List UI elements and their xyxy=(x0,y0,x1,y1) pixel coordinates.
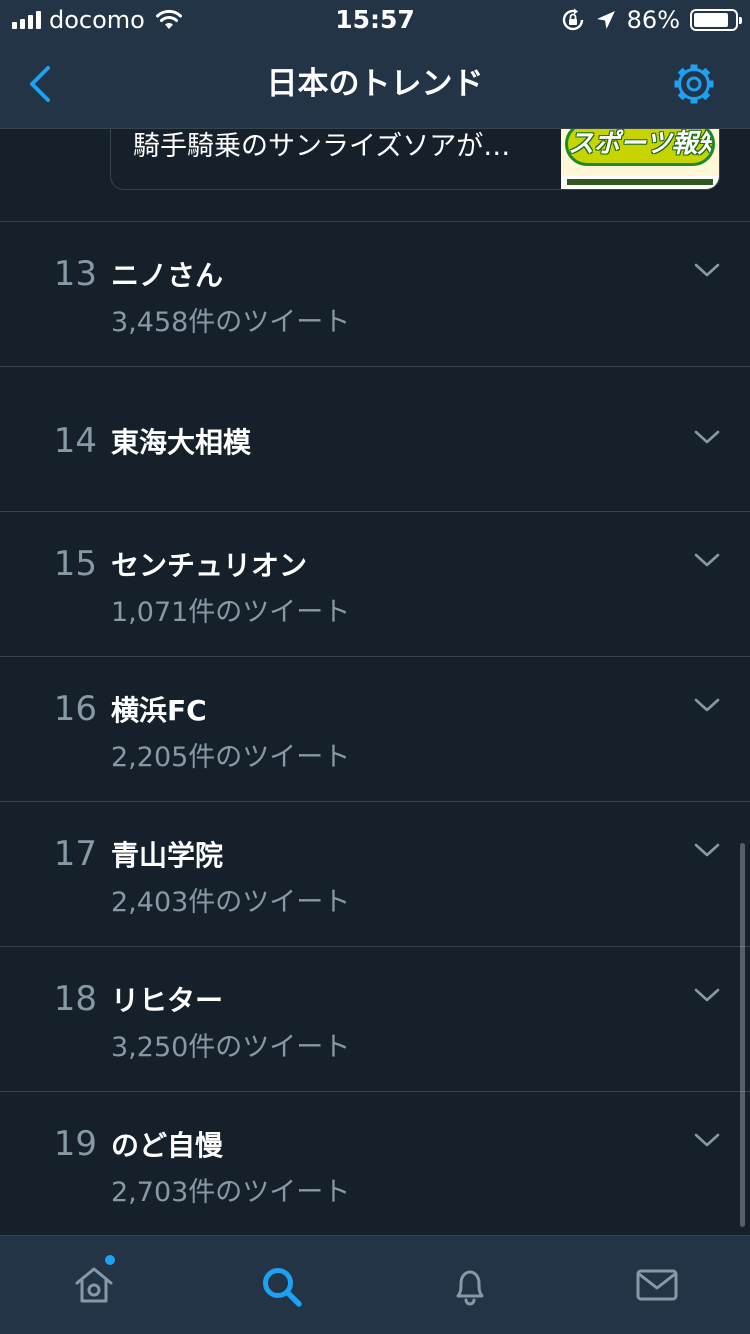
chevron-down-icon[interactable] xyxy=(694,842,720,858)
trend-rank: 16 xyxy=(53,689,97,729)
trend-tweet-count: 2,703件のツイート xyxy=(111,1177,351,1208)
trends-list[interactable]: 騎手騎乗のサンライズソアが… スポーツ報知 13 ニノさん 3,458件のツイー… xyxy=(0,129,750,1235)
page-title: 日本のトレンド xyxy=(266,66,484,102)
chevron-down-icon[interactable] xyxy=(694,1132,720,1148)
trend-tweet-count: 1,071件のツイート xyxy=(111,597,351,628)
news-card-row: 騎手騎乗のサンライズソアが… スポーツ報知 xyxy=(0,129,750,222)
chevron-down-icon[interactable] xyxy=(694,987,720,1003)
chevron-down-icon[interactable] xyxy=(694,697,720,713)
trend-rank: 18 xyxy=(53,979,97,1019)
status-right: 86% xyxy=(561,5,742,35)
news-card[interactable]: 騎手騎乗のサンライズソアが… スポーツ報知 xyxy=(110,129,720,190)
tab-messages[interactable] xyxy=(563,1236,750,1334)
tab-bar xyxy=(0,1235,750,1334)
trend-tweet-count: 2,403件のツイート xyxy=(111,887,351,918)
trend-name: センチュリオン xyxy=(111,549,308,582)
trend-rank: 13 xyxy=(53,254,97,294)
news-card-text: 騎手騎乗のサンライズソアが… xyxy=(133,131,511,162)
chevron-down-icon[interactable] xyxy=(694,262,720,278)
trend-name: のど自慢 xyxy=(111,1129,224,1162)
news-thumbnail: スポーツ報知 xyxy=(561,129,719,189)
trend-rank: 19 xyxy=(53,1124,97,1164)
trend-rank: 17 xyxy=(53,834,97,874)
trend-item[interactable]: 17 青山学院 2,403件のツイート xyxy=(0,802,750,947)
bell-icon xyxy=(456,1270,483,1306)
status-bar: docomo 15:57 86% xyxy=(0,0,750,40)
chevron-down-icon[interactable] xyxy=(694,429,720,445)
chevron-down-icon[interactable] xyxy=(694,552,720,568)
trend-tweet-count: 3,250件のツイート xyxy=(111,1032,351,1063)
mail-icon xyxy=(636,1269,677,1301)
trend-name: リヒター xyxy=(111,984,224,1017)
trend-tweet-count: 2,205件のツイート xyxy=(111,742,351,773)
trend-name: 横浜FC xyxy=(111,694,207,727)
trend-item[interactable]: 14 東海大相模 xyxy=(0,367,750,512)
trend-name: 青山学院 xyxy=(111,839,224,872)
scrollbar[interactable] xyxy=(740,843,745,1227)
trend-name: ニノさん xyxy=(111,259,224,292)
battery-percentage: 86% xyxy=(626,6,680,34)
location-arrow-icon xyxy=(596,11,615,29)
trend-item[interactable]: 18 リヒター 3,250件のツイート xyxy=(0,947,750,1092)
settings-gear-icon[interactable] xyxy=(672,62,716,106)
trend-item[interactable]: 13 ニノさん 3,458件のツイート xyxy=(0,222,750,367)
notification-dot xyxy=(105,1255,115,1265)
navigation-header: 日本のトレンド xyxy=(0,40,750,129)
battery-level xyxy=(694,13,729,27)
trend-item[interactable]: 16 横浜FC 2,205件のツイート xyxy=(0,657,750,802)
search-icon xyxy=(262,1268,302,1307)
tab-search[interactable] xyxy=(188,1236,375,1334)
trend-item[interactable]: 19 のど自慢 2,703件のツイート xyxy=(0,1092,750,1235)
trend-rank: 15 xyxy=(53,544,97,584)
trend-rank: 14 xyxy=(53,421,97,461)
tab-home[interactable] xyxy=(0,1236,187,1334)
battery-icon xyxy=(690,9,742,31)
tab-notifications[interactable] xyxy=(376,1236,563,1334)
home-icon xyxy=(75,1267,112,1303)
orientation-lock-icon xyxy=(562,8,583,31)
trend-tweet-count: 3,458件のツイート xyxy=(111,307,351,338)
sports-hochi-logo: スポーツ報知 xyxy=(565,129,715,166)
trend-name: 東海大相模 xyxy=(111,426,252,459)
trend-item[interactable]: 15 センチュリオン 1,071件のツイート xyxy=(0,512,750,657)
